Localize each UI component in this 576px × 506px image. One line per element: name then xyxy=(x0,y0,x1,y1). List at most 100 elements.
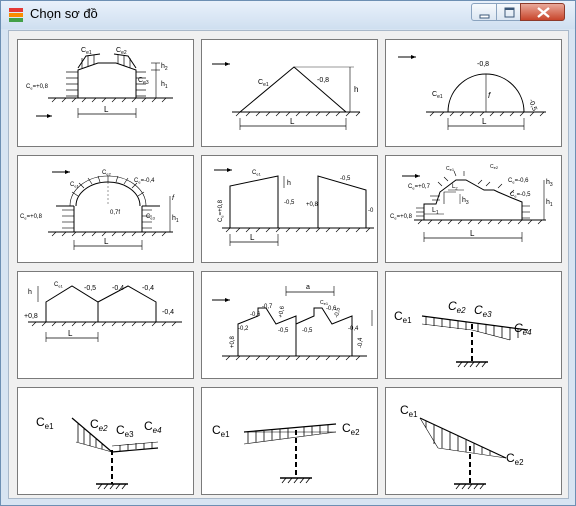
diagram-option-2[interactable]: Ce1 -0,8 h L xyxy=(201,39,378,147)
d7-v3: -0,4 xyxy=(142,285,154,292)
d6-h1-label: h1 xyxy=(546,199,553,208)
d4-span-label: L xyxy=(104,237,109,246)
diagram-8-drawing: a -0,7 -0,6 +0,6 -0,2 -0,5 -0,5 -0,6 -0,… xyxy=(212,284,373,361)
d5-span-label: L xyxy=(250,233,255,242)
diagram-option-8[interactable]: a -0,7 -0,6 +0,6 -0,2 -0,5 -0,5 -0,6 -0,… xyxy=(201,271,378,379)
d7-v1: -0,5 xyxy=(84,285,96,292)
d8-v8: -0,5 xyxy=(334,306,342,318)
d8-v4: -0,2 xyxy=(238,326,249,332)
maximize-button[interactable] xyxy=(496,3,521,21)
d12-ce2-label: Ce2 xyxy=(506,451,524,467)
d3-rise-label: f xyxy=(488,91,491,100)
minimize-button[interactable] xyxy=(471,3,497,21)
d9-ce2-label: Ce2 xyxy=(448,299,466,315)
diagram-5-drawing: Ce1 h -0,5 -0,5 +0,8 -0 Ce=+0,8 L xyxy=(214,168,374,246)
d4-ce3b-label: Ce3 xyxy=(146,214,156,221)
d8-v5: -0,5 xyxy=(278,328,289,334)
d6-ce-05-label: Ce=-0,5 xyxy=(510,192,531,199)
d11-ce2-label: Ce2 xyxy=(342,421,360,437)
d6-L1-label: L1 xyxy=(432,207,439,216)
diagram-option-7[interactable]: Ce1 -0,5 -0,4 -0,4 -0,4 +0,8 h L xyxy=(17,271,194,379)
d8-v3: +0,6 xyxy=(278,305,286,318)
d8-v10: +0,8 xyxy=(230,335,236,348)
maximize-icon xyxy=(504,7,515,18)
diagram-10-drawing: Ce1 Ce2 Ce3 Ce4 xyxy=(36,415,162,490)
d6-ce2-label: Ce2 xyxy=(490,164,499,170)
d8-bay-label: a xyxy=(306,284,310,291)
diagram-option-4[interactable]: Ce1 Ce2 Ce=-0,4 0,7f Ce=+0,8 Ce3 h1 f L xyxy=(17,155,194,263)
d8-ce1-label: Ce1 xyxy=(320,300,329,306)
d5-v1: -0,5 xyxy=(284,200,295,206)
d7-height-label: h xyxy=(28,289,32,296)
d6-h3b-label: h3 xyxy=(546,179,553,188)
d1-h1-label: h1 xyxy=(161,81,168,90)
diagram-12-drawing: Ce1 Ce2 xyxy=(400,403,524,490)
d5-wind-label: Ce=+0,8 xyxy=(218,199,225,222)
d10-ce2-label: Ce2 xyxy=(90,417,108,433)
d5-v3: +0,8 xyxy=(306,202,319,208)
d3-span-label: L xyxy=(482,117,487,126)
diagram-1-drawing: Ce1 Ce2 Ce3 h1 h2 Ce=+0,8 L xyxy=(26,47,173,118)
d11-ce1-label: Ce1 xyxy=(212,423,230,439)
diagram-4-drawing: Ce1 Ce2 Ce=-0,4 0,7f Ce=+0,8 Ce3 h1 f L xyxy=(20,170,179,250)
d6-L2-label: L2 xyxy=(452,184,458,191)
d1-h2-label: h2 xyxy=(161,63,168,72)
d12-ce1-label: Ce1 xyxy=(400,403,418,419)
diagram-option-12[interactable]: Ce1 Ce2 xyxy=(385,387,562,495)
diagram-option-6[interactable]: Ce1 Ce2 Ce=+0,7 Ce=-0,6 Ce=-0,5 Ce=+0,8 … xyxy=(385,155,562,263)
d7-ce1-label: Ce1 xyxy=(54,282,64,289)
diagram-option-1[interactable]: Ce1 Ce2 Ce3 h1 h2 Ce=+0,8 L xyxy=(17,39,194,147)
diagram-2-drawing: Ce1 -0,8 h L xyxy=(212,62,361,130)
d5-v2: -0,5 xyxy=(340,176,351,182)
d4-f-label: f xyxy=(172,195,175,202)
d10-ce4-label: Ce4 xyxy=(144,419,162,435)
d9-ce3-label: Ce3 xyxy=(474,303,492,319)
d8-v9: -0,4 xyxy=(348,326,359,332)
diagram-option-3[interactable]: -0,8 -0,5 Ce1 f L xyxy=(385,39,562,147)
d1-ce1-label: Ce1 xyxy=(81,47,92,56)
d4-ce3-label: Ce=-0,4 xyxy=(134,178,155,185)
d2-value-label: -0,8 xyxy=(317,77,329,84)
d10-ce1-label: Ce1 xyxy=(36,415,54,431)
diagram-9-drawing: Ce1 Ce2 Ce3 Ce4 xyxy=(394,299,532,368)
d4-wind-label: Ce=+0,8 xyxy=(20,214,43,221)
d2-span-label: L xyxy=(290,117,295,126)
d4-rise-label: 0,7f xyxy=(110,210,120,216)
diagram-11-drawing: Ce1 Ce2 xyxy=(212,421,360,484)
diagram-option-9[interactable]: Ce1 Ce2 Ce3 Ce4 xyxy=(385,271,562,379)
d6-ce1-label: Ce1 xyxy=(446,166,455,172)
dialog-window: Chọn sơ đồ Ce1 Ce2 Ce3 h1 h2 Ce=+0,8 L C… xyxy=(0,0,576,506)
d7-v4: -0,4 xyxy=(162,309,174,316)
d3-side-value: -0,5 xyxy=(527,98,538,112)
d2-ce1-label: Ce1 xyxy=(258,79,269,88)
d6-ce-07-label: Ce=+0,7 xyxy=(408,184,431,191)
d3-top-value: -0,8 xyxy=(477,61,489,68)
d6-h3-label: h3 xyxy=(462,197,469,206)
d2-height-label: h xyxy=(354,85,358,94)
window-title: Chọn sơ đồ xyxy=(30,6,98,21)
d4-h1-label: h1 xyxy=(172,215,179,224)
diagram-3-drawing: -0,8 -0,5 Ce1 f L xyxy=(398,55,546,130)
title-bar[interactable]: Chọn sơ đồ xyxy=(1,1,575,29)
diagram-7-drawing: Ce1 -0,5 -0,4 -0,4 -0,4 +0,8 h L xyxy=(24,282,182,342)
d4-ce1-label: Ce1 xyxy=(70,182,80,189)
diagram-option-11[interactable]: Ce1 Ce2 xyxy=(201,387,378,495)
d7-v2: -0,4 xyxy=(112,285,124,292)
close-icon xyxy=(537,7,550,18)
diagram-option-5[interactable]: Ce1 h -0,5 -0,5 +0,8 -0 Ce=+0,8 L xyxy=(201,155,378,263)
d10-ce3-label: Ce3 xyxy=(116,423,134,439)
d5-v4: -0 xyxy=(368,208,374,214)
d6-ce-06-label: Ce=-0,6 xyxy=(508,178,529,185)
d1-wind-label: Ce=+0,8 xyxy=(26,84,49,91)
d4-ce2-label: Ce2 xyxy=(102,170,112,177)
d9-ce4-label: Ce4 xyxy=(514,321,532,337)
d6-wind-label: Ce=+0,8 xyxy=(390,214,413,221)
d8-v2: -0,6 xyxy=(250,312,261,318)
diagram-option-10[interactable]: Ce1 Ce2 Ce3 Ce4 xyxy=(17,387,194,495)
minimize-icon xyxy=(479,14,490,19)
d9-ce1-label: Ce1 xyxy=(394,309,412,325)
diagram-grid: Ce1 Ce2 Ce3 h1 h2 Ce=+0,8 L Ce1 -0,8 h L… xyxy=(8,30,569,499)
d5-height-label: h xyxy=(287,180,291,187)
d8-v1: -0,7 xyxy=(262,304,273,310)
close-button[interactable] xyxy=(520,3,565,21)
